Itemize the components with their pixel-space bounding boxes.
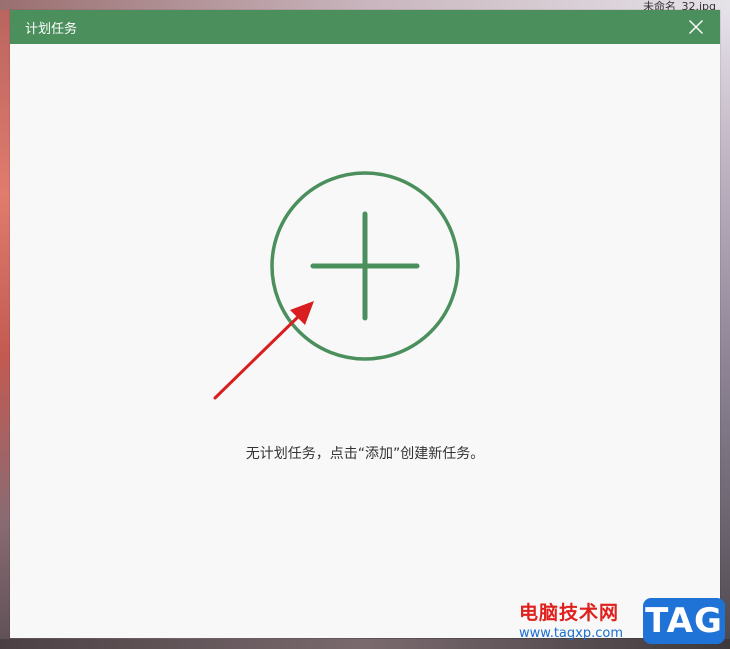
empty-state-message: 无计划任务，点击“添加”创建新任务。: [245, 446, 485, 462]
watermark-url: www.tagxp.com: [519, 626, 623, 641]
dialog-title: 计划任务: [25, 21, 78, 37]
site-watermark: 电脑技术网 www.tagxp.com TAG: [515, 598, 725, 646]
close-icon: [689, 20, 703, 34]
add-task-button[interactable]: [270, 171, 460, 361]
plus-circle-icon: [270, 171, 460, 361]
scheduled-tasks-dialog: 计划任务 无计划任务，点击“添加”创建新任务。: [10, 10, 720, 638]
watermark-tag-badge: TAG: [643, 598, 725, 644]
background-photo-top: 未命名_32.jpg: [0, 0, 730, 13]
watermark-site-name: 电脑技术网: [519, 602, 620, 624]
dialog-titlebar: 计划任务: [10, 10, 720, 44]
close-button[interactable]: [686, 17, 706, 37]
